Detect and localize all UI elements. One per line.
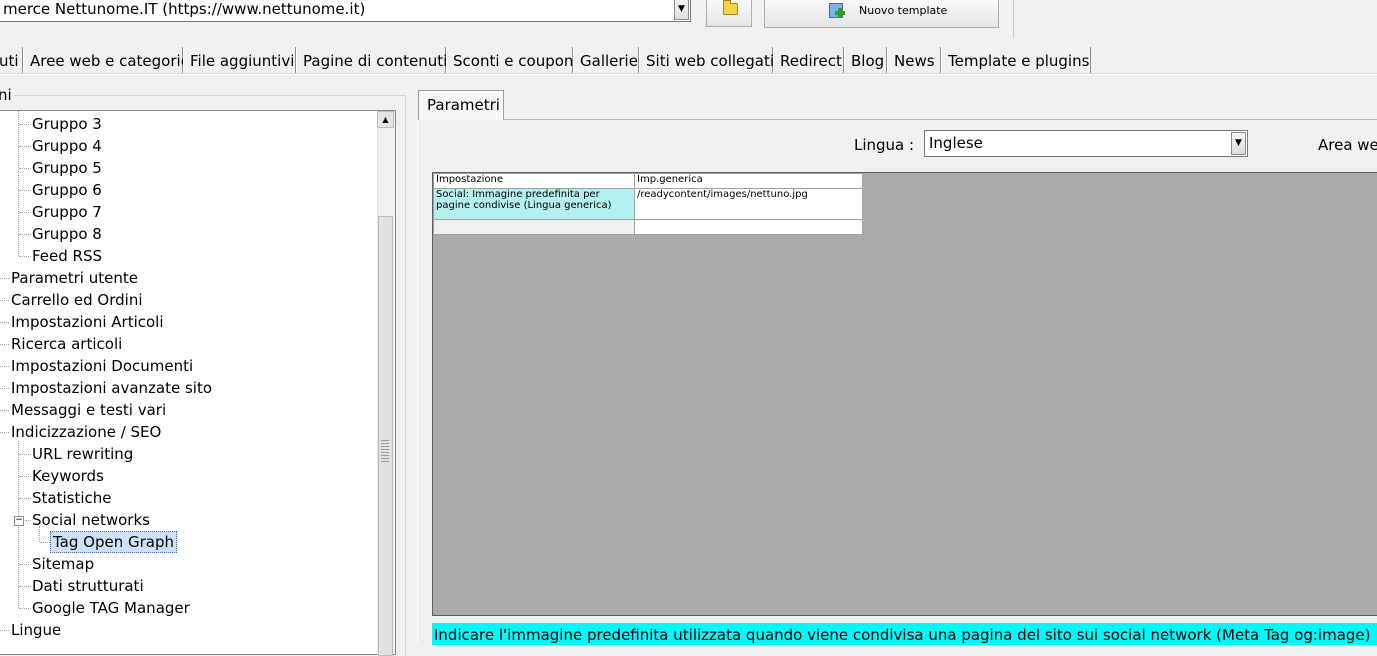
tree-item[interactable]: URL rewriting — [32, 444, 133, 464]
table-row[interactable] — [433, 219, 863, 235]
tab-aree-web[interactable]: Aree web e categorie — [23, 47, 190, 74]
setting-cell: Social: Immagine predefinita per pagine … — [433, 188, 635, 220]
tree-item[interactable]: Carrello ed Ordini — [11, 290, 143, 310]
tab-pagine-contenuti[interactable]: Pagine di contenuti — [296, 47, 447, 74]
new-template-label: Nuovo template — [859, 4, 948, 17]
area-web-label: Area we — [1318, 136, 1377, 154]
tree-item[interactable]: Google TAG Manager — [32, 598, 190, 618]
tab-template-plugins[interactable]: Template e plugins — [941, 47, 1091, 74]
tab-divider — [0, 73, 1377, 75]
tree-item[interactable]: Keywords — [32, 466, 104, 486]
chevron-down-icon[interactable]: ▼ — [674, 0, 689, 20]
tab-file-aggiuntivi[interactable]: File aggiuntivi — [183, 47, 296, 74]
table-row[interactable]: Social: Immagine predefinita per pagine … — [433, 188, 863, 220]
grip-icon[interactable] — [381, 440, 389, 464]
settings-table: Impostazione Imp.generica Social: Immagi… — [433, 173, 863, 235]
tab-siti-collegati[interactable]: Siti web collegati — [639, 47, 774, 74]
tab-uti[interactable]: uti — [0, 47, 23, 74]
tree-item[interactable]: Gruppo 6 — [32, 180, 102, 200]
site-selector[interactable]: merce Nettunome.IT (https://www.nettunom… — [0, 0, 691, 22]
tree-item[interactable]: Gruppo 3 — [32, 114, 102, 134]
tree-item[interactable]: Gruppo 5 — [32, 158, 102, 178]
tree-item[interactable]: Social networks — [32, 510, 150, 530]
tree-item[interactable]: Impostazioni Articoli — [11, 312, 164, 332]
site-selector-value: merce Nettunome.IT (https://www.nettunom… — [3, 0, 366, 18]
value-cell[interactable] — [634, 219, 863, 235]
language-select[interactable]: Inglese ▼ — [924, 130, 1248, 157]
open-folder-button[interactable] — [706, 0, 752, 27]
column-header[interactable]: Impostazione — [433, 173, 635, 189]
tab-gallerie[interactable]: Gallerie — [573, 47, 639, 74]
tree-item[interactable]: Gruppo 4 — [32, 136, 102, 156]
tree-item[interactable]: Sitemap — [32, 554, 94, 574]
settings-tree[interactable]: − Gruppo 3 Gruppo 4 Gruppo 5 Gruppo 6 Gr… — [0, 110, 396, 655]
tab-blog[interactable]: Blog — [844, 47, 887, 74]
tree-item[interactable]: Lingue — [11, 620, 61, 640]
tree-item[interactable]: Indicizzazione / SEO — [11, 422, 161, 442]
language-label: Lingua : — [854, 136, 915, 154]
settings-grid: Impostazione Imp.generica Social: Immagi… — [432, 172, 1377, 616]
tree-item[interactable]: Impostazioni avanzate sito — [11, 378, 212, 398]
language-select-value: Inglese — [929, 134, 983, 152]
main-tabbar: uti Aree web e categorie File aggiuntivi… — [0, 47, 1377, 74]
group-title: ni — [0, 86, 14, 104]
folder-icon — [723, 0, 738, 15]
tree-item[interactable]: Ricerca articoli — [11, 334, 122, 354]
chevron-down-icon[interactable]: ▼ — [1231, 132, 1246, 155]
add-page-icon — [827, 2, 845, 18]
tree-item[interactable]: Feed RSS — [32, 246, 102, 266]
tree-item[interactable]: Impostazioni Documenti — [11, 356, 193, 376]
group-border — [10, 95, 406, 96]
setting-cell — [433, 219, 635, 235]
new-template-button[interactable]: Nuovo template — [764, 0, 999, 28]
tree-item[interactable]: Parametri utente — [11, 268, 138, 288]
toolbar-divider — [1013, 0, 1014, 38]
collapse-icon[interactable]: − — [14, 516, 24, 526]
tree-item[interactable]: Gruppo 8 — [32, 224, 102, 244]
hint-bar: Indicare l'immagine predefinita utilizza… — [432, 623, 1377, 645]
group-border-right — [405, 95, 406, 655]
scroll-thumb[interactable] — [378, 216, 393, 656]
tree-item[interactable]: Messaggi e testi vari — [11, 400, 166, 420]
tree-item-selected[interactable]: Tag Open Graph — [50, 531, 178, 553]
tree-item[interactable]: Gruppo 7 — [32, 202, 102, 222]
column-header[interactable]: Imp.generica — [634, 173, 863, 189]
tree-item[interactable]: Statistiche — [32, 488, 112, 508]
tab-sconti-coupon[interactable]: Sconti e coupon — [446, 47, 573, 74]
scroll-up-icon[interactable]: ▲ — [377, 111, 394, 128]
value-cell[interactable]: /readycontent/images/nettuno.jpg — [634, 188, 863, 220]
tab-redirect[interactable]: Redirect — [773, 47, 844, 74]
tab-parametri[interactable]: Parametri — [418, 90, 504, 120]
subtab-divider — [503, 119, 1377, 120]
tree-item[interactable]: Dati strutturati — [32, 576, 144, 596]
tab-news[interactable]: News — [887, 47, 941, 74]
